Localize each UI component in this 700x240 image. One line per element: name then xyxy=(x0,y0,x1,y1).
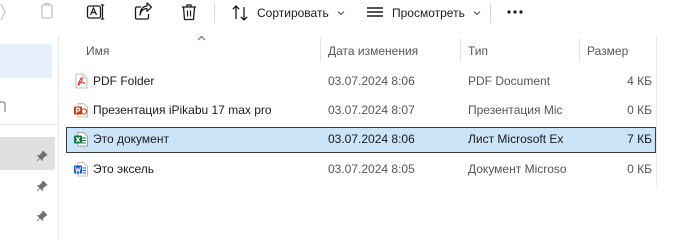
sort-button-label: Сортировать xyxy=(257,6,329,20)
word-file-icon xyxy=(73,161,89,177)
navigation-pane xyxy=(0,36,58,240)
view-button-label: Просмотреть xyxy=(392,6,465,20)
toolbar-separator xyxy=(490,3,491,23)
file-name: PDF Folder xyxy=(93,74,155,88)
file-type: Презентация Mic xyxy=(468,103,563,117)
delete-icon[interactable] xyxy=(179,2,199,22)
view-icon xyxy=(366,4,384,22)
file-row[interactable]: PDF Folder 03.07.2024 8:06 PDF Document … xyxy=(66,69,656,95)
file-date-modified: 03.07.2024 8:07 xyxy=(328,103,415,117)
column-header-type[interactable]: Тип xyxy=(468,42,488,60)
pdf-file-icon xyxy=(73,73,89,89)
nav-item-highlighted[interactable] xyxy=(0,44,52,78)
sort-ascending-icon xyxy=(197,35,206,41)
file-name: Презентация iPikabu 17 max pro xyxy=(93,103,272,117)
file-name: Это документ xyxy=(93,132,169,146)
sort-button[interactable]: Сортировать xyxy=(231,2,345,24)
view-button[interactable]: Просмотреть xyxy=(366,2,481,24)
vertical-scrollbar[interactable] xyxy=(656,36,657,186)
pin-icon[interactable] xyxy=(36,180,48,192)
cut-icon[interactable] xyxy=(0,2,20,22)
column-header-name[interactable]: Имя xyxy=(86,42,109,60)
more-options-icon[interactable] xyxy=(505,5,525,19)
file-type: Документ Microso xyxy=(468,162,567,176)
pin-icon[interactable] xyxy=(36,150,48,162)
command-bar: Сортировать Просмотреть xyxy=(0,0,700,26)
column-header-size[interactable]: Размер xyxy=(587,42,628,60)
excel-file-icon xyxy=(73,131,89,147)
file-type: PDF Document xyxy=(468,74,551,88)
file-row-selected[interactable]: Это документ 03.07.2024 8:06 Лист Micros… xyxy=(66,127,656,153)
file-row[interactable]: Это эксель 03.07.2024 8:05 Документ Micr… xyxy=(66,157,656,183)
file-size: 4 КБ xyxy=(627,74,652,88)
column-divider[interactable] xyxy=(579,38,580,62)
column-divider[interactable] xyxy=(320,38,321,62)
toolbar-separator xyxy=(214,3,215,23)
file-size: 0 КБ xyxy=(627,103,652,117)
pane-divider xyxy=(58,36,59,240)
share-icon[interactable] xyxy=(133,2,153,22)
file-type: Лист Microsoft Ex xyxy=(468,132,564,146)
nav-divider xyxy=(0,124,58,125)
column-header-date[interactable]: Дата изменения xyxy=(328,42,418,60)
file-name: Это эксель xyxy=(93,162,155,176)
column-divider[interactable] xyxy=(460,38,461,62)
file-row[interactable]: Презентация iPikabu 17 max pro 03.07.202… xyxy=(66,98,656,124)
chevron-down-icon xyxy=(337,9,345,17)
file-size: 0 КБ xyxy=(627,162,652,176)
powerpoint-file-icon xyxy=(73,102,89,118)
copy-icon[interactable] xyxy=(38,2,58,22)
file-date-modified: 03.07.2024 8:05 xyxy=(328,162,415,176)
chevron-down-icon xyxy=(473,9,481,17)
nav-item-icon[interactable] xyxy=(0,98,6,118)
file-size: 7 КБ xyxy=(627,132,652,146)
pin-icon[interactable] xyxy=(36,210,48,222)
sort-icon xyxy=(231,4,249,22)
file-date-modified: 03.07.2024 8:06 xyxy=(328,74,415,88)
rename-icon[interactable] xyxy=(86,2,106,22)
file-date-modified: 03.07.2024 8:06 xyxy=(328,132,415,146)
